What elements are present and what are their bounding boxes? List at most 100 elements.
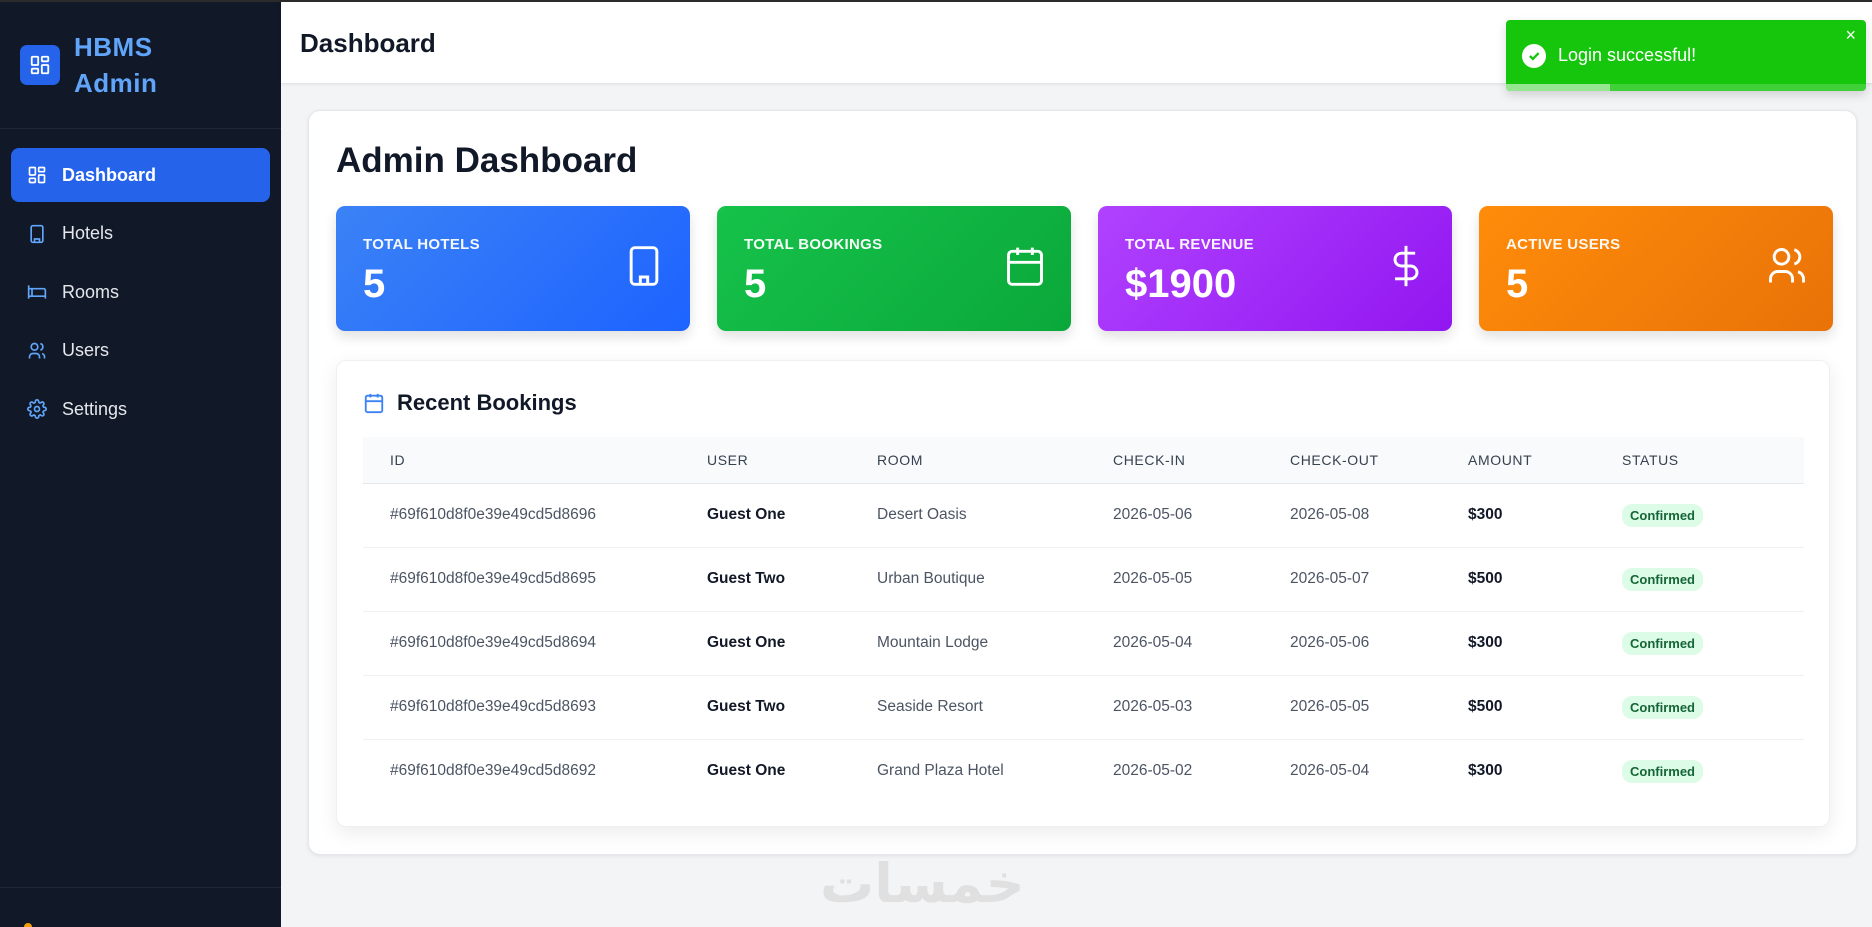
booking-status-cell: Confirmed (1622, 675, 1804, 739)
footer-indicator (24, 923, 32, 927)
table-header-row: ID USER ROOM CHECK-IN CHECK-OUT AMOUNT S… (363, 437, 1804, 483)
table-row[interactable]: #69f610d8f0e39e49cd5d8695 Guest Two Urba… (363, 547, 1804, 611)
booking-check-in: 2026-05-04 (1113, 634, 1193, 651)
toast-notification[interactable]: Login successful! × (1506, 20, 1866, 91)
sidebar-item-rooms[interactable]: Rooms (11, 265, 270, 319)
dashboard-title: Admin Dashboard (336, 141, 638, 180)
page-title: Dashboard (300, 28, 436, 58)
toast-progress-track (1506, 84, 1866, 91)
booking-status-cell: Confirmed (1622, 483, 1804, 547)
sidebar-item-users[interactable]: Users (11, 324, 270, 378)
column-header-amount[interactable]: AMOUNT (1468, 437, 1622, 483)
sidebar-footer (0, 887, 281, 927)
booking-user: Guest Two (707, 698, 786, 715)
sidebar-item-label: Rooms (62, 281, 120, 302)
recent-bookings-title: Recent Bookings (397, 390, 577, 415)
status-badge: Confirmed (1622, 631, 1703, 655)
booking-amount: $300 (1468, 506, 1503, 523)
column-header-id[interactable]: ID (363, 437, 707, 483)
booking-check-out: 2026-05-04 (1290, 762, 1370, 780)
sidebar: HBMS Admin Dashboard Hotels Rooms Users (0, 0, 281, 927)
users-icon (1769, 248, 1805, 283)
sidebar-item-label: Settings (62, 398, 128, 419)
bookings-table: ID USER ROOM CHECK-IN CHECK-OUT AMOUNT S… (363, 437, 1804, 803)
booking-id: #69f610d8f0e39e49cd5d8693 (390, 698, 597, 715)
booking-amount: $500 (1468, 698, 1503, 715)
stat-card-bookings[interactable]: TOTAL BOOKINGS 5 (717, 206, 1071, 331)
calendar-icon (364, 393, 384, 414)
status-badge: Confirmed (1622, 567, 1703, 591)
recent-bookings-card: Recent Bookings ID USER ROOM CHECK-IN CH… (336, 360, 1830, 827)
booking-id: #69f610d8f0e39e49cd5d8696 (390, 506, 597, 523)
calendar-icon (1007, 247, 1043, 286)
booking-room: Mountain Lodge (877, 634, 989, 651)
stat-card-users[interactable]: ACTIVE USERS 5 (1479, 206, 1833, 331)
column-header-user[interactable]: USER (707, 437, 877, 483)
status-badge: Confirmed (1622, 695, 1703, 719)
toast-message: Login successful! (1558, 45, 1697, 65)
stat-card-hotels[interactable]: TOTAL HOTELS 5 (336, 206, 690, 331)
column-header-status[interactable]: STATUS (1622, 437, 1804, 483)
stat-label: ACTIVE USERS (1506, 236, 1621, 253)
bed-icon (26, 281, 48, 303)
booking-check-out: 2026-05-05 (1290, 698, 1370, 715)
main-panel: Admin Dashboard TOTAL HOTELS 5 TOTAL BOO… (308, 110, 1857, 855)
brand-title: HBMS Admin (74, 32, 158, 98)
booking-amount: $500 (1468, 570, 1503, 587)
sidebar-item-label: Users (62, 340, 110, 360)
booking-status-cell: Confirmed (1622, 739, 1804, 803)
booking-room: Grand Plaza Hotel (877, 762, 1004, 780)
booking-status-cell: Confirmed (1622, 547, 1804, 611)
dashboard-grid-icon (26, 164, 48, 186)
table-row[interactable]: #69f610d8f0e39e49cd5d8696 Guest One Dese… (363, 483, 1804, 547)
booking-id: #69f610d8f0e39e49cd5d8695 (390, 570, 597, 587)
table-row[interactable]: #69f610d8f0e39e49cd5d8692 Guest One Gran… (363, 739, 1804, 803)
building-icon (26, 223, 48, 245)
sidebar-item-label: Dashboard (62, 164, 157, 185)
column-header-check-out[interactable]: CHECK-OUT (1290, 437, 1468, 483)
watermark: خمسات (820, 854, 1025, 914)
toast-progress-bar (1506, 84, 1611, 91)
sidebar-item-hotels[interactable]: Hotels (11, 207, 270, 261)
booking-user: Guest One (707, 762, 786, 780)
column-header-room[interactable]: ROOM (877, 437, 1113, 483)
booking-amount: $300 (1468, 762, 1503, 780)
booking-check-in: 2026-05-02 (1113, 762, 1193, 780)
users-icon (26, 340, 48, 362)
booking-check-out: 2026-05-08 (1290, 506, 1370, 523)
gear-icon (26, 398, 48, 420)
booking-check-out: 2026-05-06 (1290, 634, 1370, 651)
booking-id: #69f610d8f0e39e49cd5d8692 (390, 762, 597, 780)
check-circle-icon (1522, 44, 1546, 68)
booking-room: Desert Oasis (877, 506, 967, 523)
booking-check-in: 2026-05-03 (1113, 698, 1193, 715)
sidebar-item-dashboard[interactable]: Dashboard (11, 148, 270, 202)
status-badge: Confirmed (1622, 759, 1703, 783)
booking-id: #69f610d8f0e39e49cd5d8694 (390, 634, 597, 651)
column-header-check-in[interactable]: CHECK-IN (1113, 437, 1290, 483)
stat-card-revenue[interactable]: TOTAL REVENUE $1900 (1098, 206, 1452, 331)
booking-check-in: 2026-05-06 (1113, 506, 1193, 523)
stat-label: TOTAL BOOKINGS (744, 236, 883, 253)
brand[interactable]: HBMS Admin (0, 2, 281, 129)
close-icon[interactable]: × (1845, 26, 1856, 44)
building-icon (629, 246, 659, 286)
stat-label: TOTAL HOTELS (363, 236, 480, 253)
booking-user: Guest One (707, 506, 786, 523)
booking-check-out: 2026-05-07 (1290, 570, 1370, 587)
booking-user: Guest Two (707, 570, 786, 587)
booking-check-in: 2026-05-05 (1113, 570, 1193, 587)
booking-user: Guest One (707, 634, 786, 651)
booking-room: Seaside Resort (877, 698, 983, 715)
table-row[interactable]: #69f610d8f0e39e49cd5d8694 Guest One Moun… (363, 611, 1804, 675)
table-row[interactable]: #69f610d8f0e39e49cd5d8693 Guest Two Seas… (363, 675, 1804, 739)
stat-label: TOTAL REVENUE (1125, 236, 1254, 253)
sidebar-nav: Dashboard Hotels Rooms Users Settings (0, 129, 281, 436)
booking-room: Urban Boutique (877, 570, 985, 587)
stat-value: 5 (744, 262, 767, 306)
stat-cards: TOTAL HOTELS 5 TOTAL BOOKINGS 5 TOTAL RE… (336, 206, 1833, 331)
booking-status-cell: Confirmed (1622, 611, 1804, 675)
booking-amount: $300 (1468, 634, 1503, 651)
stat-value: $1900 (1125, 262, 1237, 306)
sidebar-item-settings[interactable]: Settings (11, 382, 270, 436)
